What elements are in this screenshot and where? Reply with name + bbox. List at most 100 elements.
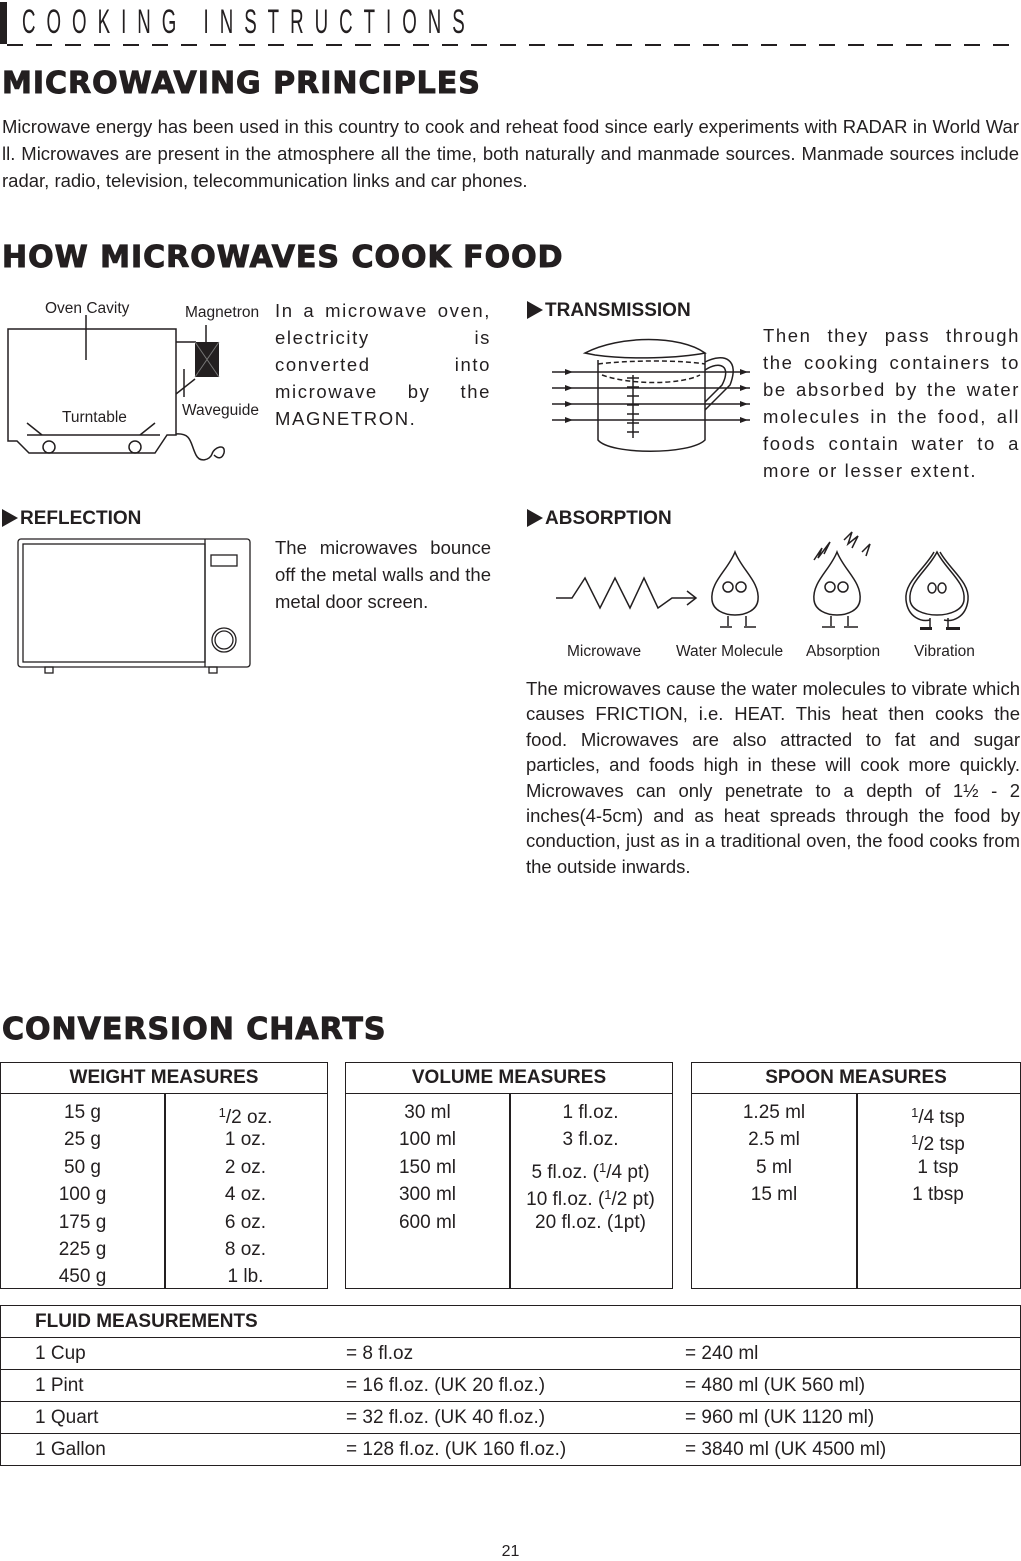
weight-table-title: WEIGHT MEASURES xyxy=(1,1063,327,1094)
principles-body: Microwave energy has been used in this c… xyxy=(2,116,1019,191)
microwave-wave-icon xyxy=(556,576,698,610)
principles-heading: MICROWAVING PRINCIPLES xyxy=(2,66,481,102)
spoon-metric-column: 1.25 ml 2.5 ml 5 ml 15 ml xyxy=(692,1099,856,1209)
table-cell: 300 ml xyxy=(398,1184,457,1206)
spoon-measures-table: SPOON MEASURES 1.25 ml 2.5 ml 5 ml 15 ml 1/… xyxy=(691,1062,1021,1289)
spoon-table-title: SPOON MEASURES xyxy=(692,1063,1020,1094)
volume-table-title: VOLUME MEASURES xyxy=(346,1063,672,1094)
table-row: 1 Cup = 8 fl.oz = 240 ml xyxy=(1,1338,1020,1370)
measuring-jug-icon xyxy=(552,338,752,452)
page-number: 21 xyxy=(501,1543,520,1560)
triangle-bullet-icon xyxy=(527,301,543,319)
table-cell: 1/2 tsp xyxy=(911,1132,965,1156)
table-row: 1 Pint = 16 fl.oz. (UK 20 fl.oz.) = 480 ml… xyxy=(1,1370,1020,1402)
fluid-table-header: FLUID MEASUREMENTS xyxy=(1,1306,1020,1338)
conversion-heading: CONVERSION CHARTS xyxy=(1,1012,387,1048)
volume-imperial-column: 1 fl.oz. 3 fl.oz. 5 fl.oz. (1/4 pt) 10 fl.o… xyxy=(509,1099,672,1236)
label-microwave: Microwave xyxy=(567,643,642,660)
table-cell: 1.25 ml xyxy=(742,1102,806,1123)
table-cell: 15 g xyxy=(64,1102,101,1123)
fluid-table-title: FLUID MEASUREMENTS xyxy=(35,1311,258,1332)
header-bar xyxy=(0,2,7,44)
table-cell: 450 g xyxy=(58,1266,107,1288)
transmission-text: Then they pass through the cooking conta… xyxy=(763,325,1020,481)
absorption-illustration xyxy=(550,530,990,635)
table-cell: 1 fl.oz. xyxy=(562,1102,619,1123)
microwave-oven-icon xyxy=(17,538,251,674)
volume-metric-column: 30 ml 100 ml 150 ml 300 ml 600 ml xyxy=(346,1099,509,1236)
table-cell: 100 ml xyxy=(398,1129,457,1151)
absorption-subheading: ABSORPTION xyxy=(527,508,672,530)
reflection-title: REFLECTION xyxy=(20,508,142,529)
magnetron-text: In a microwave oven, electricity is conv… xyxy=(275,300,491,429)
table-cell: 25 g xyxy=(64,1129,101,1151)
transmission-title: TRANSMISSION xyxy=(545,300,691,321)
table-cell: = 960 ml (UK 1120 ml) xyxy=(685,1407,875,1428)
table-cell: = 128 fl.oz. (UK 160 fl.oz.) xyxy=(346,1439,567,1460)
table-cell: 1 Pint xyxy=(35,1375,84,1396)
table-cell: 1 oz. xyxy=(224,1129,267,1151)
reflection-text: The microwaves bounce off the metal wall… xyxy=(275,537,491,612)
table-row: 1 Quart = 32 fl.oz. (UK 40 fl.oz.) = 960 m… xyxy=(1,1402,1020,1434)
label-turntable: Turntable xyxy=(62,409,127,426)
table-cell: 1 tsp xyxy=(917,1156,959,1178)
table-cell: = 480 ml (UK 560 ml) xyxy=(685,1375,866,1396)
water-molecule-icon xyxy=(711,549,759,628)
oven-diagram-illustration xyxy=(7,315,225,461)
table-cell: 1 Gallon xyxy=(35,1439,106,1460)
table-cell: 1/2 oz. xyxy=(218,1105,273,1128)
table-cell: 30 ml xyxy=(404,1102,451,1123)
volume-measures-table: VOLUME MEASURES 30 ml 100 ml 150 ml 300 ml 6… xyxy=(345,1062,673,1289)
table-cell: 3 fl.oz. xyxy=(562,1129,619,1151)
table-cell: 600 ml xyxy=(398,1211,457,1233)
page-header-title: COOKING INSTRUCTIONS xyxy=(22,3,476,41)
table-cell: 150 ml xyxy=(398,1156,457,1178)
table-cell: 10 fl.oz. (1/2 pt) xyxy=(526,1187,655,1211)
table-cell: = 3840 ml (UK 4500 ml) xyxy=(685,1439,887,1460)
table-cell: 5 ml xyxy=(756,1156,792,1178)
table-cell: 6 oz. xyxy=(224,1211,267,1233)
table-cell: 8 oz. xyxy=(224,1238,267,1260)
label-waveguide: Waveguide xyxy=(182,402,259,419)
table-cell: = 16 fl.oz. (UK 20 fl.oz.) xyxy=(346,1375,546,1396)
table-row: 1 Gallon = 128 fl.oz. (UK 160 fl.oz.) = 38… xyxy=(1,1434,1020,1465)
label-water-molecule: Water Molecule xyxy=(676,643,784,660)
table-cell: = 32 fl.oz. (UK 40 fl.oz.) xyxy=(346,1407,546,1428)
fluid-measurements-table: FLUID MEASUREMENTS 1 Cup = 8 fl.oz = 240 m… xyxy=(0,1305,1021,1466)
table-cell: 1/4 tsp xyxy=(911,1105,965,1128)
table-cell: 1 Quart xyxy=(35,1407,99,1428)
microwave-oven-illustration xyxy=(15,538,255,678)
table-cell: 4 oz. xyxy=(224,1184,267,1206)
label-vibration: Vibration xyxy=(914,643,975,660)
table-cell: 100 g xyxy=(58,1184,107,1206)
table-cell: 20 fl.oz. (1pt) xyxy=(535,1211,646,1233)
label-magnetron: Magnetron xyxy=(185,304,260,321)
triangle-bullet-icon xyxy=(2,509,18,527)
weight-imperial-column: 1/2 oz. 1 oz. 2 oz. 4 oz. 6 oz. 8 oz. 1 lb. xyxy=(164,1099,327,1291)
weight-metric-column: 15 g 25 g 50 g 100 g 175 g 225 g 450 g xyxy=(1,1099,164,1291)
triangle-bullet-icon xyxy=(527,509,543,527)
reflection-subheading: REFLECTION xyxy=(2,508,141,530)
spoon-imperial-column: 1/4 tsp 1/2 tsp 1 tsp 1 tbsp xyxy=(856,1099,1020,1209)
transmission-subheading: TRANSMISSION xyxy=(527,300,691,322)
absorption-title: ABSORPTION xyxy=(545,508,672,529)
table-cell: 50 g xyxy=(64,1156,101,1178)
absorption-molecule-icon xyxy=(813,531,871,628)
vibration-molecule-icon xyxy=(905,550,969,628)
label-absorption: Absorption xyxy=(806,643,881,660)
label-oven-cavity: Oven Cavity xyxy=(45,300,130,317)
table-cell: 1 tbsp xyxy=(912,1184,964,1206)
table-cell: 225 g xyxy=(58,1238,107,1260)
how-heading: HOW MICROWAVES COOK FOOD xyxy=(2,240,564,276)
oven-cavity-diagram: Oven Cavity Magnetron Waveguide Turntabl… xyxy=(0,295,270,475)
measuring-jug-illustration xyxy=(550,330,752,480)
table-cell: 2.5 ml xyxy=(748,1129,800,1151)
table-cell: = 240 ml xyxy=(685,1343,759,1364)
table-cell: 1 Cup xyxy=(35,1343,86,1364)
table-cell: 175 g xyxy=(58,1211,107,1233)
table-cell: 2 oz. xyxy=(224,1156,267,1178)
table-cell: 1 lb. xyxy=(227,1266,264,1288)
weight-measures-table: WEIGHT MEASURES 15 g 25 g 50 g 100 g 175 g 22… xyxy=(0,1062,328,1289)
table-cell: = 8 fl.oz xyxy=(346,1343,414,1364)
table-cell: 15 ml xyxy=(750,1184,798,1206)
